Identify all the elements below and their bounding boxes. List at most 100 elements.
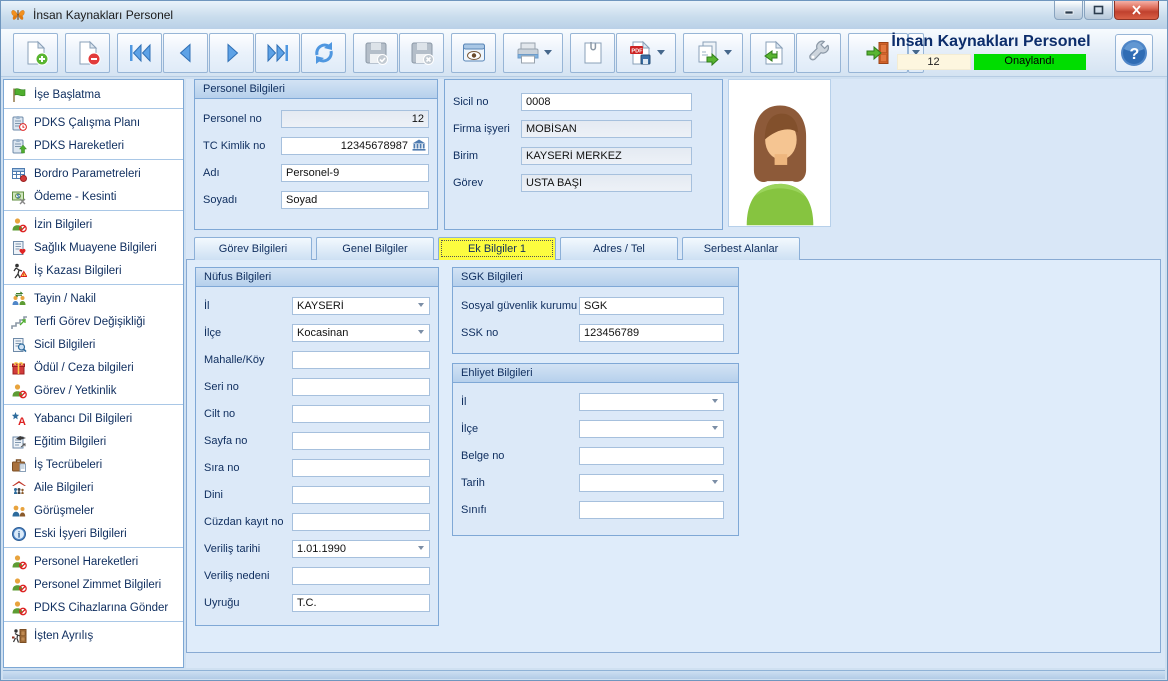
- sidebar-item-pdks-calisma-plani[interactable]: PDKS Çalışma Planı: [4, 111, 183, 134]
- save-button[interactable]: [353, 33, 398, 73]
- sidebar-item-label: Tayin / Nakil: [34, 293, 96, 305]
- sidebar-item-pdks-hareketleri[interactable]: PDKS Hareketleri: [4, 134, 183, 157]
- uyrugu-input[interactable]: [292, 594, 430, 612]
- ehliyet-tarih-combo[interactable]: [579, 474, 724, 492]
- sidebar-item-bordro-parametreleri[interactable]: Bordro Parametreleri: [4, 162, 183, 185]
- last-record-button[interactable]: [255, 33, 300, 73]
- sidebar-item-gorev-yetkinlik[interactable]: Görev / Yetkinlik: [4, 379, 183, 402]
- sidebar-item-label: İşten Ayrılış: [34, 630, 93, 642]
- sidebar-item-pdks-cihazlarina-gonder[interactable]: PDKS Cihazlarına Gönder: [4, 596, 183, 619]
- gorev-input[interactable]: [521, 174, 692, 192]
- verilis-tarihi-combo[interactable]: [292, 540, 430, 558]
- tab-genel-bilgiler[interactable]: Genel Bilgiler: [316, 237, 434, 260]
- field-label: İlçe: [461, 423, 579, 435]
- panel-title: SGK Bilgileri: [453, 268, 738, 287]
- field-label: Birim: [453, 150, 521, 162]
- soyadi-input[interactable]: [281, 191, 429, 209]
- sidebar-item-terfi-gorev[interactable]: Terfi Görev Değişikliği: [4, 310, 183, 333]
- nufus-ilce-combo[interactable]: [292, 324, 430, 342]
- sidebar-separator: [4, 547, 183, 548]
- sidebar-item-label: Sağlık Muayene Bilgileri: [34, 242, 157, 254]
- sicil-no-input[interactable]: [521, 93, 692, 111]
- save-cancel-button[interactable]: [399, 33, 444, 73]
- ehliyet-ilce-combo[interactable]: [579, 420, 724, 438]
- sira-no-input[interactable]: [292, 459, 430, 477]
- government-building-icon[interactable]: [412, 139, 426, 151]
- first-record-button[interactable]: [117, 33, 162, 73]
- sidebar-item-egitim[interactable]: Eğitim Bilgileri: [4, 430, 183, 453]
- minimize-button[interactable]: [1054, 1, 1083, 20]
- clipboard-up-icon: [11, 138, 27, 154]
- copy-record-button[interactable]: [683, 33, 743, 73]
- sidebar-item-eski-isyeri[interactable]: i Eski İşyeri Bilgileri: [4, 522, 183, 545]
- sidebar-item-saglik-muayene[interactable]: Sağlık Muayene Bilgileri: [4, 236, 183, 259]
- tab-adres-tel[interactable]: Adres / Tel: [560, 237, 678, 260]
- verilis-nedeni-input[interactable]: [292, 567, 430, 585]
- person-block-icon: [11, 554, 27, 570]
- sinifi-input[interactable]: [579, 501, 724, 519]
- sidebar-item-sicil-bilgileri[interactable]: Sicil Bilgileri: [4, 333, 183, 356]
- personel-no-input[interactable]: [281, 110, 429, 128]
- field-label: Sıra no: [204, 462, 292, 474]
- sidebar-item-yabanci-dil[interactable]: A Yabancı Dil Bilgileri: [4, 407, 183, 430]
- sidebar-item-isten-ayrilis[interactable]: İşten Ayrılış: [4, 624, 183, 647]
- previous-record-button[interactable]: [163, 33, 208, 73]
- birim-input[interactable]: [521, 147, 692, 165]
- field-label: Personel no: [203, 113, 281, 125]
- import-button[interactable]: [750, 33, 795, 73]
- mahalle-koy-input[interactable]: [292, 351, 430, 369]
- maximize-button[interactable]: [1084, 1, 1113, 20]
- preview-button[interactable]: [451, 33, 496, 73]
- female-avatar-icon: [735, 94, 825, 226]
- sayfa-no-input[interactable]: [292, 432, 430, 450]
- sidebar-item-is-tecrubeleri[interactable]: İş Tecrübeleri: [4, 453, 183, 476]
- tab-ek-bilgiler-1[interactable]: Ek Bilgiler 1: [438, 237, 556, 260]
- sidebar-item-personel-hareketleri[interactable]: Personel Hareketleri: [4, 550, 183, 573]
- employee-photo: [728, 79, 831, 227]
- sidebar-item-odul-ceza[interactable]: Ödül / Ceza bilgileri: [4, 356, 183, 379]
- refresh-button[interactable]: [301, 33, 346, 73]
- sidebar-item-personel-zimmet[interactable]: Personel Zimmet Bilgileri: [4, 573, 183, 596]
- cuzdan-kayit-no-input[interactable]: [292, 513, 430, 531]
- ehliyet-il-combo[interactable]: [579, 393, 724, 411]
- field-label: Veriliş tarihi: [204, 543, 292, 555]
- delete-record-button[interactable]: [65, 33, 110, 73]
- new-record-button[interactable]: [13, 33, 58, 73]
- adi-input[interactable]: [281, 164, 429, 182]
- wrench-icon: [806, 40, 832, 66]
- pdf-icon: PDF: [628, 40, 654, 66]
- next-record-icon: [219, 40, 245, 66]
- print-button[interactable]: [503, 33, 563, 73]
- sidebar-item-gorusmeler[interactable]: Görüşmeler: [4, 499, 183, 522]
- tab-gorev-bilgileri[interactable]: Görev Bilgileri: [194, 237, 312, 260]
- tab-serbest-alanlar[interactable]: Serbest Alanlar: [682, 237, 800, 260]
- panel-title: Nüfus Bilgileri: [196, 268, 438, 287]
- nufus-il-combo[interactable]: [292, 297, 430, 315]
- help-button[interactable]: ?: [1115, 34, 1153, 72]
- sidebar-item-label: Sicil Bilgileri: [34, 339, 95, 351]
- options-button[interactable]: [796, 33, 841, 73]
- sidebar-item-izin-bilgileri[interactable]: İzin Bilgileri: [4, 213, 183, 236]
- sosyal-guvenlik-kurumu-input[interactable]: [579, 297, 724, 315]
- first-record-icon: [127, 40, 153, 66]
- cilt-no-input[interactable]: [292, 405, 430, 423]
- close-button[interactable]: [1114, 1, 1159, 20]
- sidebar-item-odeme-kesinti[interactable]: $ Ödeme - Kesinti: [4, 185, 183, 208]
- sidebar-item-ise-baslatma[interactable]: İşe Başlatma: [4, 83, 183, 106]
- next-record-button[interactable]: [209, 33, 254, 73]
- sidebar-item-tayin-nakil[interactable]: Tayin / Nakil: [4, 287, 183, 310]
- new-page-button[interactable]: [570, 33, 615, 73]
- sidebar-item-is-kazasi[interactable]: ! İş Kazası Bilgileri: [4, 259, 183, 282]
- export-pdf-button[interactable]: PDF: [616, 33, 676, 73]
- tc-kimlik-no-input[interactable]: [281, 137, 429, 155]
- sidebar-item-label: Eski İşyeri Bilgileri: [34, 528, 127, 540]
- belge-no-input[interactable]: [579, 447, 724, 465]
- ssk-no-input[interactable]: [579, 324, 724, 342]
- sidebar-separator: [4, 108, 183, 109]
- nufus-bilgileri-panel: Nüfus Bilgileri İl İlçe Mahalle/Köy: [195, 267, 439, 626]
- sidebar-item-aile[interactable]: Aile Bilgileri: [4, 476, 183, 499]
- seri-no-input[interactable]: [292, 378, 430, 396]
- firma-isyeri-input[interactable]: [521, 120, 692, 138]
- tab-strip: Görev Bilgileri Genel Bilgiler Ek Bilgil…: [194, 237, 800, 260]
- dini-input[interactable]: [292, 486, 430, 504]
